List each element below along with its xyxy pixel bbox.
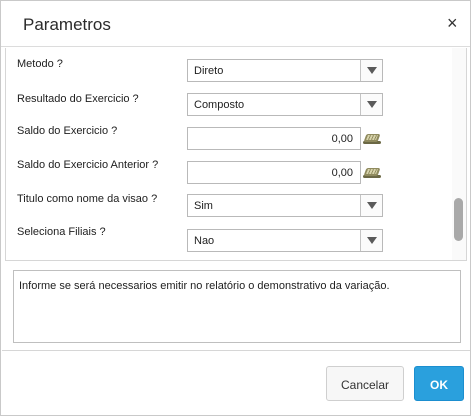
cancel-button-label: Cancelar [340, 378, 390, 392]
resultado-select[interactable]: Composto [187, 93, 383, 116]
saldo-anterior-input[interactable]: 0,00 [187, 161, 361, 184]
filiais-select[interactable]: Nao [187, 229, 383, 252]
metodo-dropdown-button[interactable] [360, 60, 382, 81]
resultado-dropdown-button[interactable] [360, 94, 382, 115]
field-label-saldo: Saldo do Exercicio ? [17, 125, 118, 137]
field-label-metodo: Metodo ? [17, 58, 63, 70]
saldo-input[interactable]: 0,00 [187, 127, 361, 150]
chevron-down-icon [367, 237, 377, 244]
filiais-value: Nao [194, 235, 215, 247]
titulo-dropdown-button[interactable] [360, 195, 382, 216]
ok-button-label: OK [430, 378, 448, 392]
help-text-box: Informe se será necessarios emitir no re… [13, 270, 461, 343]
filiais-dropdown-button[interactable] [360, 230, 382, 251]
ok-button[interactable]: OK [414, 366, 464, 401]
calculator-icon[interactable] [363, 165, 381, 179]
chevron-down-icon [367, 101, 377, 108]
parameters-panel[interactable]: Metodo ? Direto Resultado do Exercicio ?… [5, 48, 467, 261]
calculator-icon[interactable] [363, 131, 381, 145]
metodo-value: Direto [194, 65, 224, 77]
help-text: Informe se será necessarios emitir no re… [19, 280, 390, 292]
saldo-value: 0,00 [331, 133, 353, 145]
scrollbar-thumb[interactable] [454, 198, 463, 241]
close-icon[interactable]: × [447, 14, 458, 32]
field-label-resultado: Resultado do Exercicio ? [17, 93, 139, 105]
field-label-saldo-anterior: Saldo do Exercicio Anterior ? [17, 159, 159, 171]
field-label-titulo: Titulo como nome da visao ? [17, 193, 158, 205]
saldo-anterior-value: 0,00 [331, 167, 353, 179]
parameters-dialog: Parametros × Metodo ? Direto Resultado d… [0, 0, 471, 416]
dialog-title: Parametros [23, 15, 111, 34]
metodo-select[interactable]: Direto [187, 59, 383, 82]
resultado-value: Composto [194, 99, 245, 111]
vertical-scrollbar[interactable] [452, 48, 466, 260]
field-label-filiais: Seleciona Filiais ? [17, 226, 106, 238]
titulo-select[interactable]: Sim [187, 194, 383, 217]
footer-divider [2, 350, 470, 351]
dialog-header: Parametros × [1, 1, 470, 47]
cancel-button[interactable]: Cancelar [326, 366, 404, 401]
chevron-down-icon [367, 67, 377, 74]
chevron-down-icon [367, 202, 377, 209]
titulo-value: Sim [194, 200, 213, 212]
